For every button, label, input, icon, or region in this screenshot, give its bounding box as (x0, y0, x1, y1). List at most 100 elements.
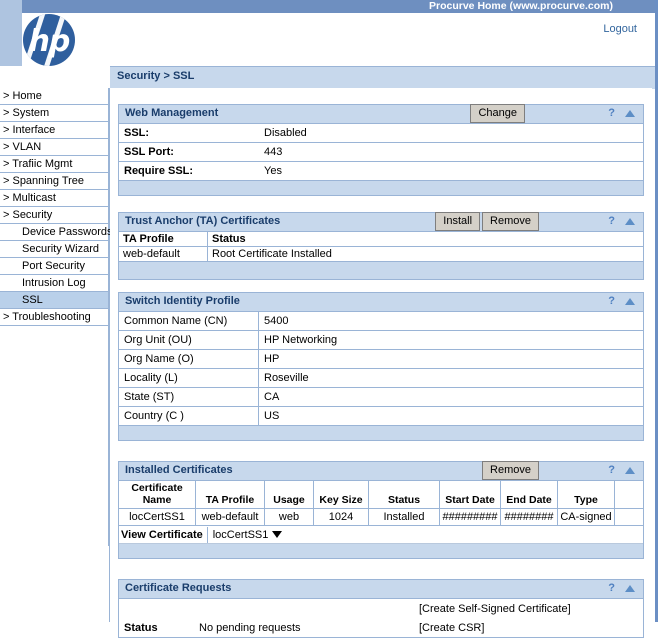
change-button[interactable]: Change (470, 104, 525, 123)
remove-certificate-button[interactable]: Remove (482, 461, 539, 480)
sidebar-item-vlan[interactable]: > VLAN (0, 139, 109, 156)
collapse-triangle-icon[interactable] (625, 109, 635, 117)
top-banner-fill: Procurve Home (www.procurve.com) (22, 0, 655, 13)
create-csr-link[interactable]: [Create CSR] (419, 622, 643, 634)
cell-start-date: ######### (439, 508, 501, 526)
panel-certificate-requests-header: Certificate Requests ? (119, 579, 643, 599)
label-country: Country (C ) (119, 407, 259, 425)
panel-trust-anchor: Trust Anchor (TA) Certificates Install R… (118, 212, 644, 280)
remove-ta-button[interactable]: Remove (482, 212, 539, 231)
collapse-triangle-icon[interactable] (625, 217, 635, 225)
view-certificate-dropdown[interactable]: locCertSS1 (208, 529, 283, 541)
panel-switch-identity-icons: ? (608, 294, 635, 308)
panel-switch-identity-title: Switch Identity Profile (125, 295, 240, 307)
spacer-after-switch-identity (110, 441, 652, 461)
sidebar-item-traffic-mgmt[interactable]: > Trafiic Mgmt (0, 156, 109, 173)
sidebar-item-troubleshooting[interactable]: > Troubleshooting (0, 309, 109, 326)
panel-certificate-requests-title: Certificate Requests (125, 582, 232, 594)
value-common-name: 5400 (264, 315, 289, 327)
column-status: Status (368, 481, 440, 509)
create-self-signed-certificate-link[interactable]: [Create Self-Signed Certificate] (419, 603, 643, 615)
label-require-ssl: Require SSL: (124, 165, 194, 177)
row-country: Country (C ) US (119, 407, 643, 426)
table-row[interactable]: locCertSS1 web-default web 1024 Installe… (119, 508, 643, 526)
label-ssl-port: SSL Port: (124, 146, 174, 158)
cell-spacer (614, 508, 643, 526)
row-ssl: SSL: Disabled (119, 124, 643, 143)
panel-trust-anchor-header: Trust Anchor (TA) Certificates Install R… (119, 212, 643, 232)
value-org-name: HP (264, 353, 280, 365)
status-value: No pending requests (199, 621, 301, 634)
caret-down-icon[interactable] (272, 531, 283, 538)
help-icon[interactable]: ? (608, 294, 615, 308)
panel-installed-certificates-icons: ? (608, 463, 635, 477)
value-country: US (264, 410, 280, 422)
row-locality: Locality (L) Roseville (119, 369, 643, 388)
installed-certificates-table: Certificate Name TA Profile Usage Key Si… (119, 481, 643, 526)
spacer-after-trust-anchor (110, 280, 652, 292)
table-header-row: Certificate Name TA Profile Usage Key Si… (119, 481, 643, 509)
panel-certificate-requests: Certificate Requests ? [Create Self-Sign… (118, 579, 644, 638)
help-icon[interactable]: ? (608, 581, 615, 595)
column-status: Status (207, 232, 643, 247)
label-common-name: Common Name (CN) (119, 312, 259, 330)
label-ssl: SSL: (124, 127, 150, 139)
install-button[interactable]: Install (435, 212, 481, 231)
column-end-date: End Date (500, 481, 558, 509)
view-certificate-label: View Certificate (119, 526, 208, 543)
sidebar-item-spanning-tree[interactable]: > Spanning Tree (0, 173, 109, 190)
panel-switch-identity-footer (119, 426, 643, 440)
sidebar-nav: > Home > System > Interface > VLAN > Tra… (0, 88, 112, 622)
panel-installed-certificates-footer (119, 544, 643, 558)
sidebar-item-security[interactable]: > Security (0, 207, 109, 224)
panel-web-management-buttons: Change (470, 104, 527, 123)
help-icon[interactable]: ? (608, 463, 615, 477)
row-require-ssl: Require SSL: Yes (119, 162, 643, 181)
procurve-home-link[interactable]: Procurve Home (www.procurve.com) (429, 0, 613, 13)
panel-installed-certificates-buttons: Remove (482, 461, 541, 480)
row-ssl-port: SSL Port: 443 (119, 143, 643, 162)
row-state: State (ST) CA (119, 388, 643, 407)
column-spacer (614, 481, 643, 509)
table-row[interactable]: web-default Root Certificate Installed (119, 246, 643, 262)
help-icon[interactable]: ? (608, 214, 615, 228)
cell-usage: web (264, 508, 314, 526)
column-usage: Usage (264, 481, 314, 509)
sidebar-item-port-security[interactable]: Port Security (0, 258, 109, 275)
value-org-unit: HP Networking (264, 334, 338, 346)
value-ssl-port: 443 (264, 146, 283, 158)
panel-trust-anchor-footer (119, 262, 643, 279)
help-icon[interactable]: ? (608, 106, 615, 120)
logo-bar: hp Logout (0, 13, 655, 66)
panel-installed-certificates: Installed Certificates Remove ? Certific… (118, 461, 644, 559)
cell-status: Root Certificate Installed (207, 246, 643, 262)
collapse-triangle-icon[interactable] (625, 584, 635, 592)
table-header-row: TA Profile Status (119, 232, 643, 247)
sidebar-item-system[interactable]: > System (0, 105, 109, 122)
breadcrumb-left-spacer (0, 66, 110, 88)
panel-installed-certificates-title: Installed Certificates (125, 464, 233, 476)
collapse-triangle-icon[interactable] (625, 297, 635, 305)
value-require-ssl: Yes (264, 165, 282, 177)
sidebar-filler (0, 326, 109, 546)
sidebar-item-interface[interactable]: > Interface (0, 122, 109, 139)
column-key-size: Key Size (313, 481, 369, 509)
value-ssl: Disabled (264, 127, 307, 139)
sidebar-item-ssl[interactable]: SSL (0, 292, 109, 309)
sidebar-item-home[interactable]: > Home (0, 88, 109, 105)
label-org-unit: Org Unit (OU) (119, 331, 259, 349)
view-certificate-row: View Certificate locCertSS1 (119, 526, 643, 544)
sidebar-item-multicast[interactable]: > Multicast (0, 190, 109, 207)
panel-switch-identity: Switch Identity Profile ? Common Name (C… (118, 292, 644, 441)
collapse-triangle-icon[interactable] (625, 466, 635, 474)
value-locality: Roseville (264, 372, 309, 384)
sidebar-item-intrusion-log[interactable]: Intrusion Log (0, 275, 109, 292)
panel-web-management-header: Web Management Change ? (119, 104, 643, 124)
label-state: State (ST) (119, 388, 259, 406)
label-locality: Locality (L) (119, 369, 259, 387)
logout-link[interactable]: Logout (603, 23, 637, 35)
cell-end-date: ######## (500, 508, 558, 526)
certificate-requests-line-1: [Create Self-Signed Certificate] (119, 599, 643, 618)
sidebar-item-security-wizard[interactable]: Security Wizard (0, 241, 109, 258)
sidebar-item-device-passwords[interactable]: Device Passwords (0, 224, 112, 241)
